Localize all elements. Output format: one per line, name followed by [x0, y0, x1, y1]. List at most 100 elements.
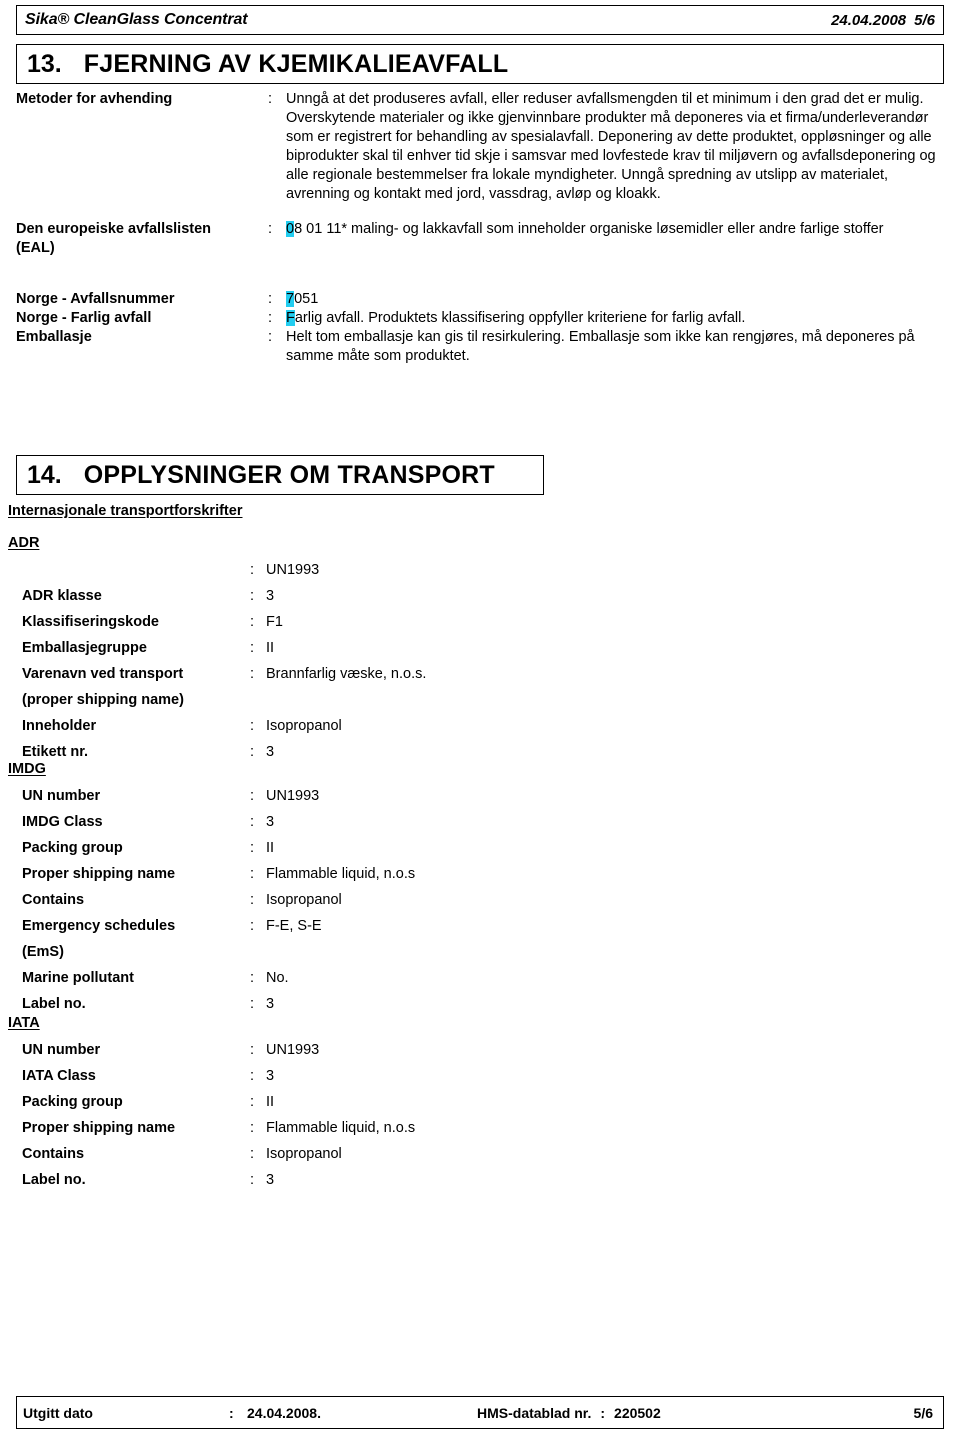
row-colon: : [250, 970, 255, 986]
footer-sds-colon: : [600, 1404, 606, 1421]
row-colon: : [250, 1146, 255, 1162]
section-13-title: FJERNING AV KJEMIKALIEAVFALL [83, 49, 509, 78]
row-value: Unngå at det produseres avfall, eller re… [286, 91, 936, 202]
row-label: IATA Class [22, 1068, 96, 1084]
row-label: Varenavn ved transport [22, 666, 184, 682]
row-value: II [266, 640, 275, 656]
row-spacer [16, 204, 944, 220]
section-14-heading: 14. OPPLYSNINGER OM TRANSPORT [16, 455, 544, 495]
row-colon: : [250, 866, 255, 882]
row-value-empty [262, 939, 582, 965]
row-value: II [266, 1094, 275, 1110]
row-colon-empty [250, 939, 262, 965]
row-label: IMDG Class [22, 814, 103, 830]
row-value: 3 [266, 996, 275, 1012]
imdg-rows: UN number : UN1993 IMDG Class : 3 Packin… [22, 783, 582, 1017]
row-label-continuation: (proper shipping name) [22, 692, 184, 708]
iata-rows: UN number : UN1993 IATA Class : 3 Packin… [22, 1037, 582, 1193]
row-value-text: arlig avfall. Produktets klassifisering … [294, 310, 746, 326]
row-colon: : [268, 91, 273, 107]
footer-sds-number: 220502 [614, 1404, 661, 1421]
row-label: Etikett nr. [22, 744, 89, 760]
footer-issued-date: 24.04.2008. [247, 1404, 321, 1421]
row-value: UN1993 [266, 562, 320, 578]
row-label: Inneholder [22, 718, 97, 734]
row-colon: : [250, 744, 255, 760]
row-value: No. [266, 970, 289, 986]
row-colon: : [250, 666, 255, 682]
row-value: 3 [266, 814, 275, 830]
highlight-mark: F [286, 310, 295, 326]
row-value: F-E, S-E [266, 918, 322, 934]
row-colon: : [250, 562, 255, 578]
row-value: 3 [266, 744, 275, 760]
row-colon: : [250, 1120, 255, 1136]
section-13-number: 13. [27, 49, 62, 78]
row-colon: : [250, 918, 255, 934]
row-label: Emballasjegruppe [22, 640, 147, 656]
row-colon: : [268, 329, 273, 345]
row-colon: : [250, 840, 255, 856]
highlight-mark: 7 [286, 291, 295, 307]
row-spacer [16, 258, 944, 274]
row-colon: : [250, 1172, 255, 1188]
row-value: F1 [266, 614, 283, 630]
row-value: UN1993 [266, 788, 320, 804]
section-13-heading: 13. FJERNING AV KJEMIKALIEAVFALL [16, 44, 944, 84]
document-running-footer: Utgitt dato : 24.04.2008. HMS-datablad n… [16, 1396, 944, 1429]
row-value: Flammable liquid, n.o.s [266, 1120, 416, 1136]
row-value-empty [262, 687, 582, 713]
row-colon: : [250, 892, 255, 908]
row-label-line-2: (EAL) [16, 240, 55, 256]
adr-rows: : UN1993 ADR klasse : 3 Klassifiseringsk… [22, 557, 582, 765]
adr-heading: ADR [8, 535, 40, 551]
international-transport-regulations-heading: Internasjonale transportforskrifter [8, 503, 243, 519]
row-colon: : [250, 1068, 255, 1084]
row-label: Den europeiske avfallslisten (EAL) [16, 220, 268, 258]
header-date: 24.04.2008 [831, 11, 907, 29]
row-label: UN number [22, 788, 101, 804]
section-14-number: 14. [27, 460, 62, 489]
row-value: 3 [266, 588, 275, 604]
row-spacer [16, 274, 944, 290]
row-value-text: 051 [294, 291, 319, 307]
row-label-continuation: (EmS) [22, 944, 64, 960]
row-colon: : [268, 310, 273, 326]
row-value: Brannfarlig væske, n.o.s. [266, 666, 427, 682]
header-page-number: 5/6 [914, 11, 935, 29]
product-name: Sika® CleanGlass Concentrat [25, 11, 248, 28]
row-label: Marine pollutant [22, 970, 134, 986]
row-label: Label no. [22, 1172, 86, 1188]
row-label-line-1: Den europeiske avfallslisten [16, 221, 212, 237]
section-13-rows: Metoder for avhending : Unngå at det pro… [16, 90, 944, 366]
row-label [22, 557, 250, 583]
row-label: Klassifiseringskode [22, 614, 159, 630]
row-colon: : [250, 996, 255, 1012]
row-colon: : [250, 814, 255, 830]
row-colon: : [250, 788, 255, 804]
row-value-text: 8 01 11* maling- og lakkavfall som inneh… [294, 221, 884, 237]
row-label: UN number [22, 1042, 101, 1058]
row-label: Norge - Farlig avfall [16, 310, 152, 326]
row-label: Norge - Avfallsnummer [16, 291, 175, 307]
row-value: Isopropanol [266, 718, 342, 734]
row-value: 08 01 11* maling- og lakkavfall som inne… [282, 220, 944, 258]
row-label: ADR klasse [22, 588, 102, 604]
row-colon: : [250, 1042, 255, 1058]
row-label: Contains [22, 892, 85, 908]
row-value: Flammable liquid, n.o.s [266, 866, 416, 882]
row-colon: : [268, 221, 273, 237]
row-value: Helt tom emballasje kan gis til resirkul… [286, 329, 915, 364]
footer-colon: : [229, 1404, 234, 1421]
row-label: Proper shipping name [22, 1120, 176, 1136]
row-colon: : [250, 1094, 255, 1110]
footer-sds-label: HMS-datablad nr. [477, 1404, 592, 1421]
row-colon: : [250, 588, 255, 604]
row-colon-empty [250, 687, 262, 713]
section-14-title: OPPLYSNINGER OM TRANSPORT [83, 460, 495, 489]
document-page: Sika® CleanGlass Concentrat 24.04.2008 5/… [0, 0, 960, 1438]
row-label: Emergency schedules [22, 918, 176, 934]
row-value: 3 [266, 1068, 275, 1084]
row-value: Farlig avfall. Produktets klassifisering… [282, 309, 944, 328]
row-label: Metoder for avhending [16, 91, 173, 107]
